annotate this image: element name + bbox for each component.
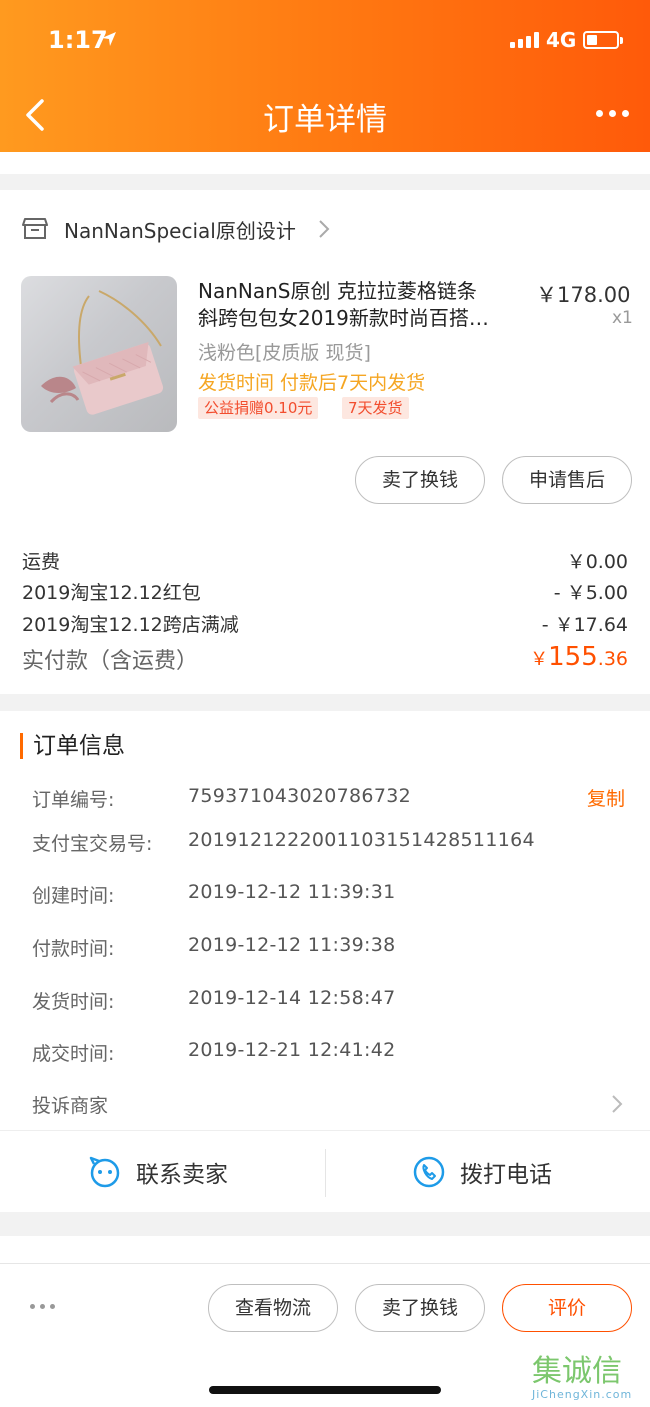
product-quantity: x1 xyxy=(612,308,633,328)
fee-value: - ￥5.00 xyxy=(553,582,628,604)
tag-7day-ship: 7天发货 xyxy=(342,397,409,419)
fee-row-red-packet: 2019淘宝12.12红包 - ￥5.00 xyxy=(22,578,628,605)
phone-icon xyxy=(413,1156,445,1188)
sell-for-cash-button[interactable]: 卖了换钱 xyxy=(355,456,485,504)
handbag-image xyxy=(41,290,164,415)
fee-label: 2019淘宝12.12红包 xyxy=(22,582,201,604)
copy-button[interactable]: 复制 xyxy=(587,784,625,811)
product-title-line1: NanNanS原创 克拉拉菱格链条 xyxy=(198,279,477,303)
chevron-right-icon xyxy=(319,220,330,238)
fee-label: 2019淘宝12.12跨店满减 xyxy=(22,614,239,636)
complain-seller-link[interactable]: 投诉商家 xyxy=(32,1091,108,1118)
after-sales-button[interactable]: 申请售后 xyxy=(502,456,632,504)
watermark-text: JiChengXin.com xyxy=(532,1388,633,1401)
header-strip xyxy=(0,152,650,174)
watermark: 集诚信 JiChengXin.com xyxy=(532,1354,647,1402)
more-dots-icon[interactable] xyxy=(30,1304,55,1309)
info-value: 759371043020786732 xyxy=(188,785,411,807)
battery-icon xyxy=(583,31,623,49)
info-label: 订单编号: xyxy=(32,789,115,811)
total-decimal: .36 xyxy=(597,648,628,670)
signal-icon xyxy=(510,32,539,48)
info-value: 2019-12-12 11:39:31 xyxy=(188,881,396,903)
order-info-card xyxy=(0,711,650,1130)
product-title[interactable]: NanNanS原创 克拉拉菱格链条 斜跨包包女2019新款时尚百搭… xyxy=(198,278,528,332)
info-value: 2019-12-12 11:39:38 xyxy=(188,934,396,956)
chevron-right-icon xyxy=(612,1095,623,1113)
status-time: 1:17 xyxy=(48,26,108,54)
contact-seller-button[interactable]: 联系卖家 xyxy=(88,1155,228,1189)
contact-seller-label: 联系卖家 xyxy=(136,1162,228,1188)
product-thumbnail[interactable] xyxy=(21,276,177,432)
info-value: 2019121222001103151428511164 xyxy=(188,829,535,851)
total-paid-amount: ￥155.36 xyxy=(530,642,628,672)
divider xyxy=(325,1149,326,1197)
watermark-mark: 集诚信 xyxy=(532,1354,622,1389)
tag-donation: 公益捐赠0.10元 xyxy=(198,397,319,419)
info-label: 成交时间: xyxy=(32,1043,115,1065)
info-label: 发货时间: xyxy=(32,991,115,1013)
fee-value: ￥0.00 xyxy=(566,551,628,573)
location-arrow-icon xyxy=(102,32,116,46)
info-label: 创建时间: xyxy=(32,885,115,907)
fee-row-shipping: 运费 ￥0.00 xyxy=(22,547,628,574)
page-title: 订单详情 xyxy=(263,102,387,138)
product-variant: 浅粉色[皮质版 现货] xyxy=(198,342,371,364)
chat-face-icon xyxy=(89,1156,120,1188)
info-label: 付款时间: xyxy=(32,938,115,960)
review-button[interactable]: 评价 xyxy=(502,1284,632,1332)
bottom-action-bar: 查看物流 卖了换钱 评价 集诚信 JiChengXin.com xyxy=(0,1263,650,1407)
product-price: ￥178.00 xyxy=(536,283,631,307)
app-header: 1:17 4G 订单详情 xyxy=(0,0,650,152)
network-type: 4G xyxy=(546,28,577,52)
more-icon[interactable] xyxy=(596,110,629,117)
shop-icon xyxy=(22,218,48,239)
total-integer: 155 xyxy=(548,642,598,672)
sell-for-cash-bottom-button[interactable]: 卖了换钱 xyxy=(355,1284,485,1332)
info-value: 2019-12-14 12:58:47 xyxy=(188,987,396,1009)
contact-bar: 联系卖家 拨打电话 xyxy=(0,1130,650,1212)
info-value: 2019-12-21 12:41:42 xyxy=(188,1039,396,1061)
total-currency: ￥ xyxy=(530,649,549,670)
total-paid-label: 实付款（含运费） xyxy=(22,649,199,674)
shop-row[interactable]: NanNanSpecial原创设计 xyxy=(0,205,650,251)
view-logistics-button[interactable]: 查看物流 xyxy=(208,1284,338,1332)
call-phone-label: 拨打电话 xyxy=(460,1162,552,1188)
home-indicator xyxy=(209,1386,441,1394)
product-title-line2: 斜跨包包女2019新款时尚百搭… xyxy=(198,306,489,330)
info-label: 支付宝交易号: xyxy=(32,833,153,855)
fee-label: 运费 xyxy=(22,551,61,573)
status-bar: 1:17 4G xyxy=(0,0,650,80)
fee-row-discount: 2019淘宝12.12跨店满减 - ￥17.64 xyxy=(22,610,628,637)
ship-time-note: 发货时间 付款后7天内发货 xyxy=(198,372,426,394)
next-card-peek xyxy=(0,1236,650,1266)
order-info-title: 订单信息 xyxy=(20,733,125,759)
call-phone-button[interactable]: 拨打电话 xyxy=(412,1155,552,1189)
fee-value: - ￥17.64 xyxy=(541,614,628,636)
shop-name: NanNanSpecial原创设计 xyxy=(64,219,296,243)
